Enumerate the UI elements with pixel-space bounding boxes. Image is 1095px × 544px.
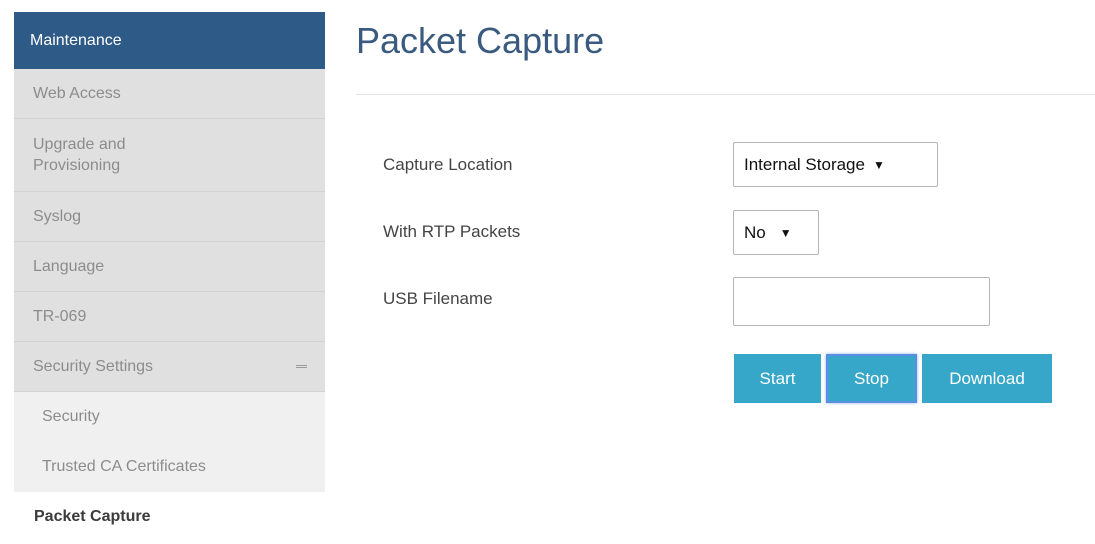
capture-location-value: Internal Storage bbox=[744, 154, 865, 174]
with-rtp-packets-select[interactable]: No ▼ bbox=[733, 210, 819, 255]
sidebar-item-label: Upgrade and Provisioning bbox=[33, 136, 126, 174]
sidebar-subitem-label: Trusted CA Certificates bbox=[42, 458, 206, 475]
capture-location-label: Capture Location bbox=[383, 155, 513, 174]
sidebar-item-web-access[interactable]: Web Access bbox=[14, 69, 325, 119]
usb-filename-input[interactable] bbox=[733, 277, 990, 326]
title-divider bbox=[356, 94, 1095, 95]
sidebar-item-label: Language bbox=[33, 257, 105, 275]
sidebar-header-maintenance[interactable]: Maintenance bbox=[14, 12, 325, 69]
page-title: Packet Capture bbox=[356, 20, 605, 61]
sidebar-item-syslog[interactable]: Syslog bbox=[14, 192, 325, 242]
sidebar-subitem-label: Security bbox=[42, 408, 100, 425]
sidebar-item-label: Security Settings bbox=[33, 357, 154, 375]
sidebar-item-security-settings[interactable]: Security Settings bbox=[14, 342, 325, 392]
minus-icon[interactable] bbox=[296, 365, 307, 368]
sidebar-header-label: Maintenance bbox=[30, 31, 122, 49]
stop-button[interactable]: Stop bbox=[826, 354, 917, 403]
with-rtp-packets-value: No bbox=[744, 222, 766, 242]
start-button[interactable]: Start bbox=[734, 354, 821, 403]
with-rtp-packets-label: With RTP Packets bbox=[383, 222, 521, 241]
sidebar: Maintenance Web Access Upgrade and Provi… bbox=[14, 12, 325, 544]
sidebar-item-packet-capture[interactable]: Packet Capture bbox=[14, 492, 325, 542]
dropdown-arrow-icon: ▼ bbox=[779, 225, 792, 240]
sidebar-item-label: Packet Capture bbox=[34, 508, 151, 525]
sidebar-item-upgrade-provisioning[interactable]: Upgrade and Provisioning bbox=[14, 119, 325, 192]
dropdown-arrow-icon: ▼ bbox=[872, 157, 885, 172]
sidebar-item-language[interactable]: Language bbox=[14, 242, 325, 292]
usb-filename-label: USB Filename bbox=[383, 289, 493, 308]
sidebar-item-label: Web Access bbox=[33, 84, 121, 102]
sidebar-subitem-security[interactable]: Security bbox=[14, 392, 325, 442]
sidebar-item-label: TR-069 bbox=[33, 307, 87, 325]
capture-location-select[interactable]: Internal Storage ▼ bbox=[733, 142, 938, 187]
sidebar-subitem-trusted-ca-certificates[interactable]: Trusted CA Certificates bbox=[14, 442, 325, 492]
sidebar-item-tr069[interactable]: TR-069 bbox=[14, 292, 325, 342]
sidebar-item-label: Syslog bbox=[33, 207, 82, 225]
download-button[interactable]: Download bbox=[922, 354, 1052, 403]
